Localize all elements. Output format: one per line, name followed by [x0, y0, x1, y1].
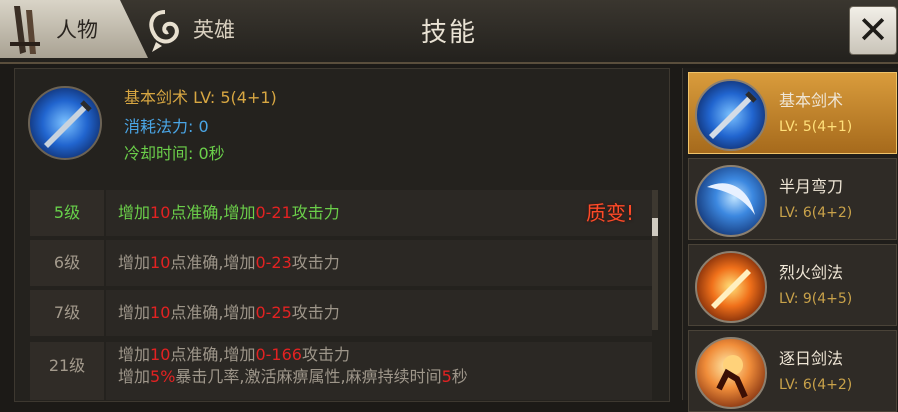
level-label: 7级 — [30, 290, 104, 336]
sword-icon — [695, 79, 767, 151]
level-row[interactable]: 5级 增加10点准确,增加0-21攻击力 质变! — [30, 190, 652, 236]
page-title: 技能 — [420, 18, 477, 48]
sword-icon — [28, 86, 102, 160]
level-row[interactable]: 6级 增加10点准确,增加0-23攻击力 — [30, 240, 652, 286]
skill-level: LV: 6(4+2) — [779, 377, 853, 393]
skill-name: 逐日剑法 — [779, 349, 844, 368]
mutation-badge: 质变! — [585, 201, 634, 225]
level-label: 6级 — [30, 240, 104, 286]
level-label: 5级 — [30, 190, 104, 236]
skill-level: LV: 5(4+1) — [779, 119, 853, 135]
skill-level: LV: 9(4+5) — [779, 291, 853, 307]
level-description: 增加10点准确,增加0-25攻击力 — [106, 290, 652, 336]
skill-name: 基本剑术 — [779, 91, 844, 110]
fire-sword-icon — [695, 251, 767, 323]
sun-sword-icon — [695, 337, 767, 409]
skill-name-level: 基本剑术 LV: 5(4+1) — [124, 88, 277, 107]
skill-name: 烈火剑法 — [779, 263, 844, 282]
skill-name: 半月弯刀 — [779, 177, 844, 196]
level-label: 21级 — [30, 342, 104, 400]
crescent-blade-icon — [695, 165, 767, 237]
level-row[interactable]: 7级 增加10点准确,增加0-25攻击力 — [30, 290, 652, 336]
skill-card-half-moon[interactable]: 半月弯刀 LV: 6(4+2) — [688, 158, 897, 240]
level-description: 增加10点准确,增加0-23攻击力 — [106, 240, 652, 286]
skill-card-fire-sword[interactable]: 烈火剑法 LV: 9(4+5) — [688, 244, 897, 326]
level-description: 增加10点准确,增加0-21攻击力 质变! — [106, 190, 652, 236]
level-row[interactable]: 21级 增加10点准确,增加0-166攻击力 增加5%暴击几率,激活麻痹属性,麻… — [30, 342, 652, 400]
scroll-thumb[interactable] — [652, 218, 658, 236]
close-button[interactable]: ✕ — [850, 7, 896, 54]
skill-level: LV: 6(4+2) — [779, 205, 853, 221]
scrollbar[interactable] — [652, 190, 658, 330]
mana-cost: 消耗法力: 0 — [124, 117, 209, 136]
level-description: 增加10点准确,增加0-166攻击力 增加5%暴击几率,激活麻痹属性,麻痹持续时… — [106, 342, 652, 400]
cooldown-time: 冷却时间: 0秒 — [124, 144, 225, 163]
skill-card-basic-sword[interactable]: 基本剑术 LV: 5(4+1) — [688, 72, 897, 154]
top-bar: 人物 英雄 技能 ✕ — [0, 0, 898, 64]
